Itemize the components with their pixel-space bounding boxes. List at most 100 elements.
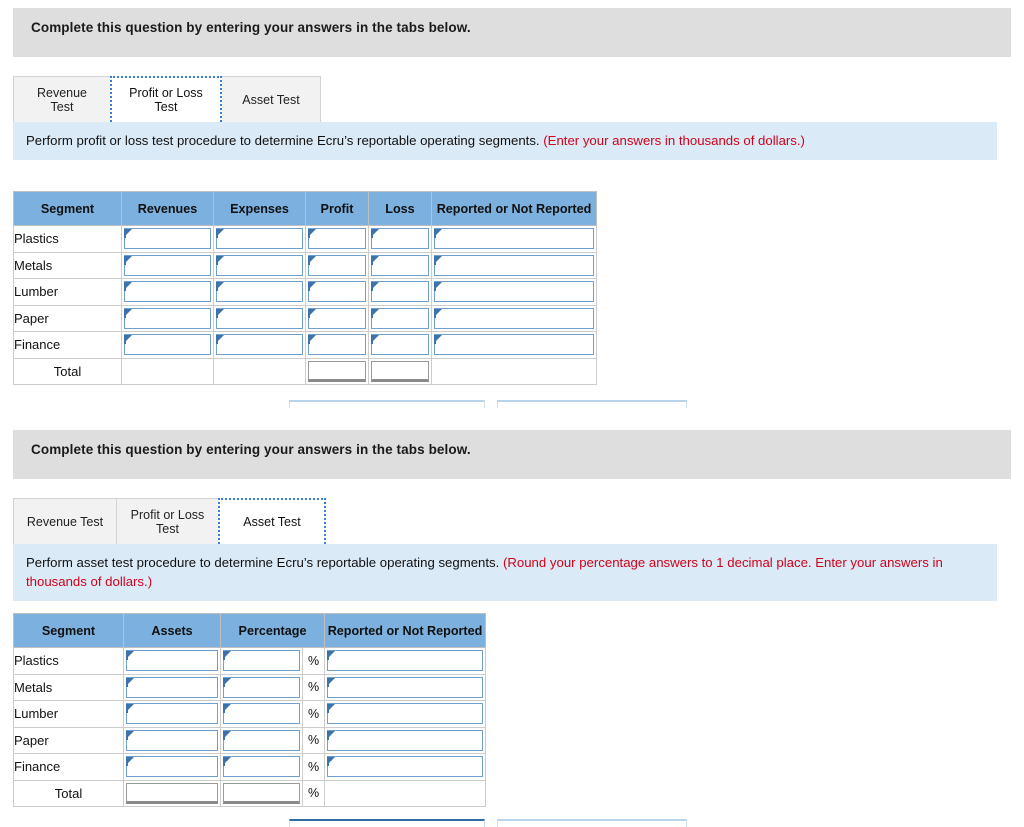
assets-input[interactable] xyxy=(126,756,218,778)
cell-lumber-reported[interactable] xyxy=(324,700,486,728)
cell-paper-percentage[interactable] xyxy=(220,726,303,754)
expenses-input[interactable] xyxy=(216,334,303,356)
loss-input[interactable] xyxy=(371,334,429,356)
profit-input[interactable] xyxy=(308,281,366,303)
cell-metals-percentage[interactable] xyxy=(220,673,303,701)
cell-paper-revenues[interactable] xyxy=(121,304,214,332)
input-flag-icon xyxy=(126,757,134,767)
tab-asset-test[interactable]: Asset Test xyxy=(221,76,321,122)
footer-button-stub-right[interactable] xyxy=(497,819,687,827)
cell-plastics-percentage[interactable] xyxy=(220,647,303,675)
reported-input[interactable] xyxy=(327,676,483,698)
instruction-note: (Enter your answers in thousands of doll… xyxy=(543,133,805,148)
revenues-input[interactable] xyxy=(124,307,211,329)
reported-input[interactable] xyxy=(434,281,594,303)
reported-input[interactable] xyxy=(434,254,594,276)
reported-input[interactable] xyxy=(434,334,594,356)
expenses-input[interactable] xyxy=(216,228,303,250)
revenues-input[interactable] xyxy=(124,334,211,356)
cell-metals-assets[interactable] xyxy=(123,673,221,701)
cell-finance-reported[interactable] xyxy=(324,753,486,781)
profit-input[interactable] xyxy=(308,334,366,356)
loss-input[interactable] xyxy=(371,228,429,250)
cell-lumber-revenues[interactable] xyxy=(121,278,214,306)
cell-paper-loss[interactable] xyxy=(368,304,432,332)
footer-button-stub-left[interactable] xyxy=(289,819,485,827)
cell-paper-profit[interactable] xyxy=(305,304,369,332)
loss-input[interactable] xyxy=(371,307,429,329)
revenues-input[interactable] xyxy=(124,254,211,276)
percentage-input[interactable] xyxy=(223,756,300,778)
percentage-input[interactable] xyxy=(223,703,300,725)
cell-paper-reported[interactable] xyxy=(324,726,486,754)
cell-lumber-loss[interactable] xyxy=(368,278,432,306)
reported-input[interactable] xyxy=(434,307,594,329)
percentage-input[interactable] xyxy=(223,676,300,698)
loss-input[interactable] xyxy=(371,254,429,276)
table-row: Plastics % xyxy=(13,647,486,675)
expenses-input[interactable] xyxy=(216,281,303,303)
profit-input[interactable] xyxy=(308,307,366,329)
cell-plastics-assets[interactable] xyxy=(123,647,221,675)
cell-plastics-profit[interactable] xyxy=(305,225,369,253)
tab-asset-test[interactable]: Asset Test xyxy=(218,498,326,544)
revenues-input[interactable] xyxy=(124,228,211,250)
percentage-input[interactable] xyxy=(223,650,300,672)
cell-finance-loss[interactable] xyxy=(368,331,432,359)
cell-metals-reported[interactable] xyxy=(431,251,597,279)
input-flag-icon xyxy=(327,651,335,661)
cell-finance-reported[interactable] xyxy=(431,331,597,359)
expenses-input[interactable] xyxy=(216,307,303,329)
cell-plastics-reported[interactable] xyxy=(431,225,597,253)
tab-label: Asset Test xyxy=(243,515,301,529)
cell-finance-expenses[interactable] xyxy=(213,331,306,359)
footer-button-stub-right[interactable] xyxy=(497,400,687,408)
reported-input[interactable] xyxy=(434,228,594,250)
cell-paper-reported[interactable] xyxy=(431,304,597,332)
cell-plastics-reported[interactable] xyxy=(324,647,486,675)
revenues-input[interactable] xyxy=(124,281,211,303)
assets-input[interactable] xyxy=(126,729,218,751)
cell-finance-percentage[interactable] xyxy=(220,753,303,781)
reported-input[interactable] xyxy=(327,756,483,778)
assets-input[interactable] xyxy=(126,650,218,672)
cell-lumber-reported[interactable] xyxy=(431,278,597,306)
expenses-input[interactable] xyxy=(216,254,303,276)
tab-revenue-test[interactable]: Revenue Test xyxy=(13,76,111,122)
cell-paper-expenses[interactable] xyxy=(213,304,306,332)
cell-lumber-assets[interactable] xyxy=(123,700,221,728)
cell-plastics-loss[interactable] xyxy=(368,225,432,253)
cell-lumber-percentage[interactable] xyxy=(220,700,303,728)
assets-input[interactable] xyxy=(126,703,218,725)
loss-input[interactable] xyxy=(371,281,429,303)
tab-profit-or-loss-test[interactable]: Profit or Loss Test xyxy=(116,498,219,544)
cell-metals-expenses[interactable] xyxy=(213,251,306,279)
reported-input[interactable] xyxy=(327,650,483,672)
input-flag-icon xyxy=(126,730,134,740)
input-flag-icon xyxy=(223,704,231,714)
row-label-lumber: Lumber xyxy=(13,278,122,306)
cell-finance-revenues[interactable] xyxy=(121,331,214,359)
tab-revenue-test[interactable]: Revenue Test xyxy=(13,498,117,544)
cell-lumber-profit[interactable] xyxy=(305,278,369,306)
reported-input[interactable] xyxy=(327,703,483,725)
cell-finance-profit[interactable] xyxy=(305,331,369,359)
cell-metals-reported[interactable] xyxy=(324,673,486,701)
footer-button-stub-left[interactable] xyxy=(289,400,485,408)
cell-metals-revenues[interactable] xyxy=(121,251,214,279)
cell-paper-assets[interactable] xyxy=(123,726,221,754)
profit-input[interactable] xyxy=(308,228,366,250)
reported-input[interactable] xyxy=(327,729,483,751)
profit-input[interactable] xyxy=(308,254,366,276)
cell-lumber-expenses[interactable] xyxy=(213,278,306,306)
cell-plastics-revenues[interactable] xyxy=(121,225,214,253)
cell-finance-assets[interactable] xyxy=(123,753,221,781)
tab-profit-or-loss-test[interactable]: Profit or Loss Test xyxy=(110,76,222,122)
cell-metals-profit[interactable] xyxy=(305,251,369,279)
assets-input[interactable] xyxy=(126,676,218,698)
instruction-banner: Complete this question by entering your … xyxy=(13,430,1011,479)
cell-metals-loss[interactable] xyxy=(368,251,432,279)
percentage-input[interactable] xyxy=(223,729,300,751)
instruction-banner: Complete this question by entering your … xyxy=(13,8,1011,57)
cell-plastics-expenses[interactable] xyxy=(213,225,306,253)
